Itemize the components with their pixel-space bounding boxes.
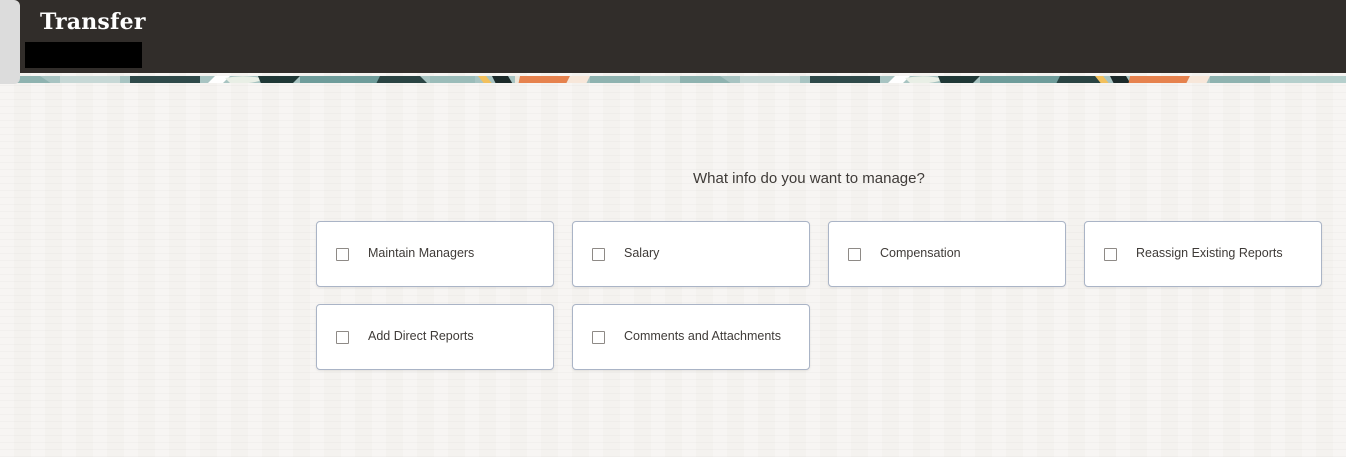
option-label: Reassign Existing Reports [1136, 246, 1283, 260]
checkbox[interactable] [336, 331, 349, 344]
redacted-subtitle [25, 42, 142, 68]
option-label: Compensation [880, 246, 961, 260]
option-compensation[interactable]: Compensation [828, 221, 1066, 287]
checkbox[interactable] [336, 248, 349, 261]
checkbox[interactable] [592, 248, 605, 261]
option-add-direct-reports[interactable]: Add Direct Reports [316, 304, 554, 370]
option-maintain-managers[interactable]: Maintain Managers [316, 221, 554, 287]
option-comments-and-attachments[interactable]: Comments and Attachments [572, 304, 810, 370]
option-label: Comments and Attachments [624, 329, 782, 343]
checkbox[interactable] [592, 331, 605, 344]
question-heading: What info do you want to manage? [693, 170, 925, 187]
checkbox[interactable] [1104, 248, 1117, 261]
checkbox[interactable] [848, 248, 861, 261]
option-salary[interactable]: Salary [572, 221, 810, 287]
option-label: Maintain Managers [368, 246, 475, 260]
option-label: Add Direct Reports [368, 329, 474, 343]
page-header: Transfer [0, 0, 1346, 73]
side-drawer-tab[interactable] [0, 0, 20, 84]
option-label: Salary [624, 246, 660, 260]
option-reassign-existing-reports[interactable]: Reassign Existing Reports [1084, 221, 1322, 287]
page-title: Transfer [40, 9, 146, 35]
decorative-banner [0, 73, 1346, 83]
